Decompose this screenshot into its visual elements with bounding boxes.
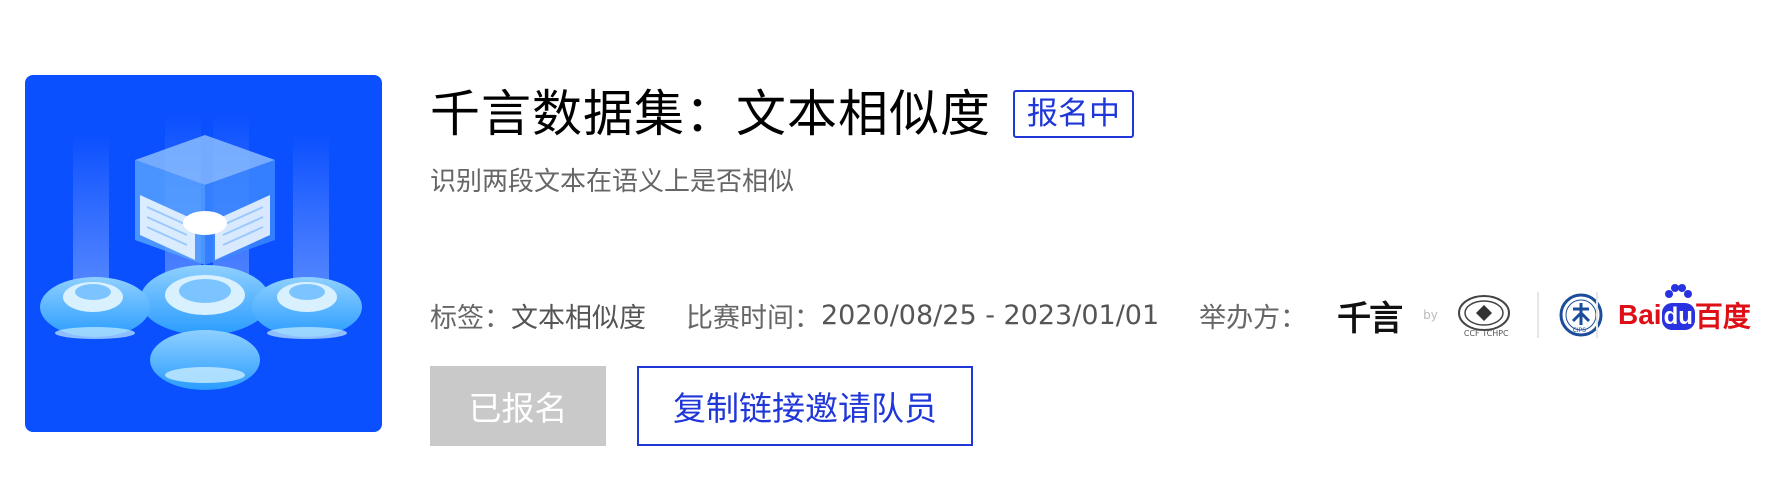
tags-label: 标签： (430, 302, 511, 334)
logo-divider (1596, 292, 1599, 338)
organizer-logos: 千言 by CCF TCHPC CIPS Bai du 百度 (1337, 284, 1751, 340)
organizer-label: 举办方： (1199, 302, 1308, 334)
registered-button[interactable]: 已报名 (430, 366, 606, 446)
baidu-cn-text: 百度 (1694, 301, 1751, 332)
ccf-tchpc-text: CCF TCHPC (1463, 328, 1509, 338)
time-value: 2020/08/25 - 2023/01/01 (821, 299, 1160, 331)
competition-title: 千言数据集：文本相似度 (430, 85, 991, 143)
competition-meta: 标签： 文本相似度 比赛时间： 2020/08/25 - 2023/01/01 … (430, 284, 1751, 340)
cips-text: CIPS (1572, 326, 1587, 334)
competition-cover-image (25, 75, 382, 432)
logo-divider (1536, 292, 1539, 338)
by-text: by (1423, 308, 1438, 322)
time-label: 比赛时间： (686, 302, 821, 334)
baidu-logo: Bai du 百度 (1618, 284, 1751, 335)
tags-meta: 标签： 文本相似度 (430, 296, 646, 335)
copy-invite-link-button[interactable]: 复制链接邀请队员 (637, 366, 973, 446)
baidu-bai-text: Bai (1618, 299, 1662, 330)
status-badge: 报名中 (1013, 90, 1134, 138)
tags-value[interactable]: 文本相似度 (511, 296, 646, 335)
ccf-tchpc-logo: CCF TCHPC (1456, 293, 1510, 338)
cips-logo: CIPS (1559, 293, 1603, 337)
paw-icon (1664, 284, 1692, 298)
competition-info: 千言数据集：文本相似度 报名中 (430, 78, 1134, 150)
dataset-illustration (40, 115, 362, 390)
baidu-du-text: du (1661, 303, 1695, 330)
qianyan-logo-text: 千言 (1337, 298, 1403, 339)
qianyan-logo: 千言 by (1337, 291, 1456, 340)
title-row: 千言数据集：文本相似度 报名中 (430, 78, 1134, 150)
baidu-paw-icon: du (1661, 284, 1695, 331)
time-meta: 比赛时间： 2020/08/25 - 2023/01/01 (686, 296, 1159, 335)
competition-subtitle: 识别两段文本在语义上是否相似 (430, 167, 795, 197)
organizer-meta: 举办方： 千言 by CCF TCHPC CIPS Bai du 百度 (1199, 284, 1751, 340)
